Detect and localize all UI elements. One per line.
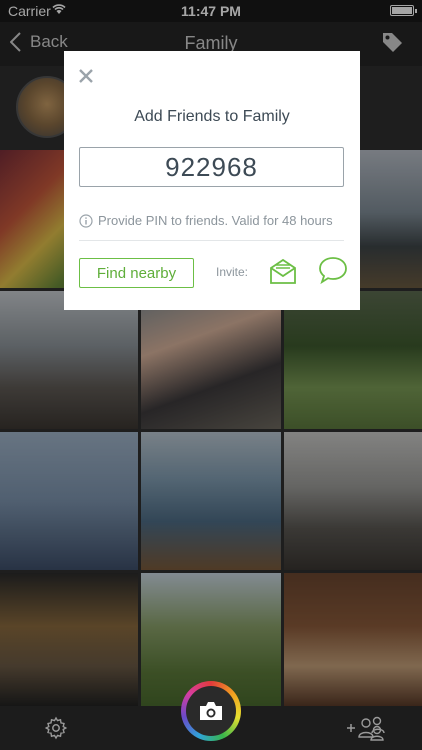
- close-icon[interactable]: [78, 68, 94, 84]
- camera-icon: [200, 702, 222, 720]
- add-friends-dialog: Add Friends to Family 922968 Provide PIN…: [64, 51, 360, 310]
- pin-hint-text: Provide PIN to friends. Valid for 48 hou…: [98, 213, 333, 228]
- info-icon: [79, 213, 93, 228]
- add-members-icon[interactable]: [346, 715, 388, 741]
- message-invite-icon[interactable]: [318, 255, 348, 285]
- pin-field: 922968: [79, 147, 344, 187]
- dialog-title: Add Friends to Family: [134, 108, 290, 125]
- invite-label: Invite:: [216, 265, 249, 279]
- pin-hint: Provide PIN to friends. Valid for 48 hou…: [79, 213, 333, 228]
- divider: [79, 240, 344, 241]
- camera-button[interactable]: [181, 681, 241, 741]
- gear-icon[interactable]: [44, 716, 68, 740]
- email-invite-icon[interactable]: [268, 257, 298, 285]
- find-nearby-button[interactable]: Find nearby: [79, 258, 194, 288]
